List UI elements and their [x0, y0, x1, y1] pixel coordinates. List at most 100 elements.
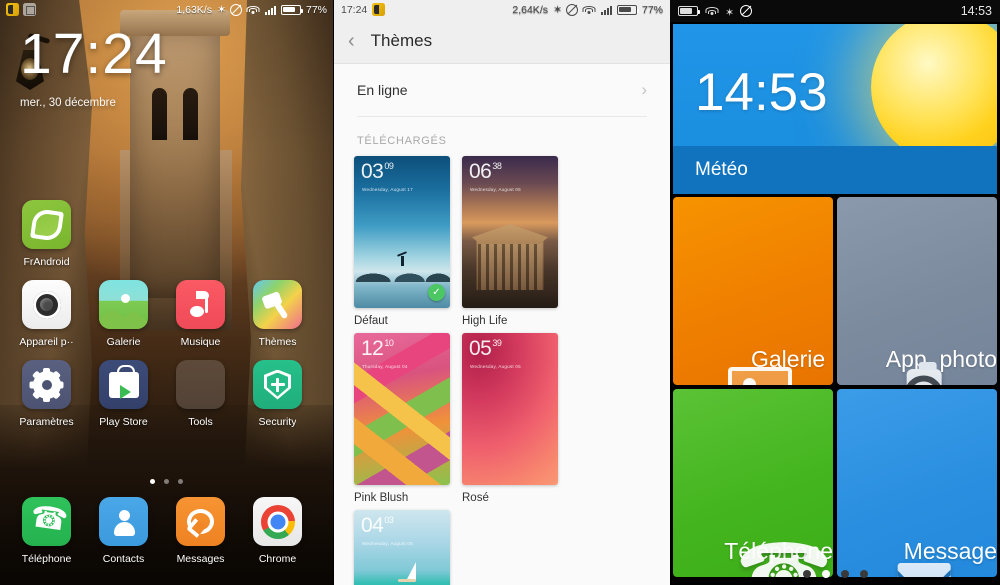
- thumb-hour: 12: [361, 337, 384, 360]
- tile-label: Message: [903, 538, 997, 564]
- thumb-minute: 03: [384, 515, 394, 525]
- mute-icon: [740, 5, 752, 17]
- app-themes[interactable]: Thèmes: [239, 280, 316, 348]
- theme-card[interactable]: 05 39 Wednesday, August 05 Rosé: [462, 333, 558, 504]
- signal-icon: [264, 5, 276, 15]
- theme-name: Défaut: [354, 315, 388, 327]
- page-dot[interactable]: [859, 570, 868, 578]
- theme-name: Pink Blush: [354, 492, 409, 504]
- theme-name: High Life: [462, 315, 508, 327]
- thumb-hour: 06: [469, 160, 492, 183]
- theme-card[interactable]: 03 09 Wednesday, August 17 ✓ Défaut: [354, 156, 450, 327]
- phone-icon: [22, 497, 71, 546]
- app-play-store[interactable]: Play Store: [85, 360, 162, 428]
- page-dot[interactable]: [150, 479, 155, 484]
- tile-message[interactable]: Message: [837, 389, 997, 577]
- gallery-icon: [99, 280, 148, 329]
- themes-icon: [253, 280, 302, 329]
- bluetooth-icon: [553, 4, 561, 16]
- tiles-status-bar: 14:53: [670, 0, 1000, 22]
- dock-telephone[interactable]: Téléphone: [8, 497, 85, 565]
- theme-thumbnail: 03 09 Wednesday, August 17 ✓: [354, 156, 450, 308]
- theme-card[interactable]: 0403 Wednesday, August 05 Ocean Breeze: [354, 510, 450, 585]
- app-label: Contacts: [102, 553, 145, 565]
- page-dot[interactable]: [164, 479, 169, 484]
- app-label: Musique: [180, 336, 221, 348]
- app-row-2: Appareil p·· Galerie Musique Thèmes: [0, 280, 333, 348]
- chevron-left-icon[interactable]: ‹: [348, 31, 355, 51]
- dock-messages[interactable]: Messages: [162, 497, 239, 565]
- bluetooth-icon: [217, 4, 225, 16]
- page-title: Thèmes: [370, 31, 433, 50]
- camera-icon: [906, 362, 942, 385]
- app-frandroid[interactable]: FrAndroid: [8, 200, 85, 268]
- frandroid-icon: [22, 200, 71, 249]
- page-dot[interactable]: [802, 570, 811, 578]
- home-status-bar: 1,63K/s 77%: [0, 0, 333, 19]
- thumb-minute: 39: [492, 338, 502, 348]
- network-speed-label: 2,64K/s: [512, 3, 548, 16]
- tile-grid: Galerie App. photo Téléphone Message: [670, 197, 1000, 577]
- weather-tile-clock: 14:53: [695, 63, 828, 122]
- screenshot-stage: 1,63K/s 77% 17:24 mer., 30 décembre FrAn…: [0, 0, 1000, 585]
- home-dock: Téléphone Contacts Messages Chrome: [0, 497, 333, 565]
- thumb-time: 05 39: [469, 337, 502, 360]
- online-row-label: En ligne: [357, 82, 408, 98]
- wifi-icon: [582, 5, 596, 15]
- home-page-indicator[interactable]: [0, 479, 333, 484]
- theme-thumbnail: 04 03 Wednesday, August 05: [354, 510, 450, 585]
- app-musique[interactable]: Musique: [162, 280, 239, 348]
- weather-tile[interactable]: 14:53 Météo: [673, 24, 997, 194]
- tiles-page-indicator[interactable]: [670, 570, 1000, 578]
- app-label: Appareil p··: [19, 336, 74, 348]
- theme-grid: 03 09 Wednesday, August 17 ✓ Défaut 06 38 …: [334, 156, 670, 585]
- thumb-time: 12 10: [361, 337, 394, 360]
- wifi-icon: [705, 6, 718, 16]
- play-store-icon: [99, 360, 148, 409]
- theme-card[interactable]: 12 10 Thursday, August 04 Pink Blush: [354, 333, 450, 504]
- dock-chrome[interactable]: Chrome: [239, 497, 316, 565]
- settings-gear-icon: [22, 360, 71, 409]
- thumb-minute: 09: [384, 161, 394, 171]
- page-dot[interactable]: [821, 570, 830, 578]
- app-row-3: Paramètres Play Store Tools Security: [0, 360, 333, 428]
- app-appareil-photo[interactable]: Appareil p··: [8, 280, 85, 348]
- thumb-date: Wednesday, August 05: [470, 364, 521, 369]
- app-label: Téléphone: [21, 553, 72, 565]
- app-parametres[interactable]: Paramètres: [8, 360, 85, 428]
- home-clock-widget[interactable]: 17:24 mer., 30 décembre: [20, 22, 168, 110]
- app-grid: FrAndroid Appareil p·· Galerie Musique T…: [0, 200, 333, 440]
- themes-status-bar: 17:24 2,64K/s 77%: [334, 0, 670, 19]
- clock-time: 17:24: [20, 22, 168, 86]
- app-label: Thèmes: [258, 336, 297, 348]
- tile-telephone[interactable]: Téléphone: [673, 389, 833, 577]
- app-label: Security: [258, 416, 297, 428]
- thumb-hour: 05: [469, 337, 492, 360]
- message-bubble-icon: [176, 497, 225, 546]
- tile-app-photo[interactable]: App. photo: [837, 197, 997, 385]
- battery-percent-label: 77%: [305, 3, 327, 16]
- status-time-label: 14:53: [960, 4, 992, 18]
- tile-galerie[interactable]: Galerie: [673, 197, 833, 385]
- weather-tile-label: Météo: [673, 146, 997, 194]
- status-time-label: 17:24: [341, 3, 368, 16]
- theme-thumbnail: 05 39 Wednesday, August 05: [462, 333, 558, 485]
- mute-icon: [565, 3, 578, 16]
- dock-contacts[interactable]: Contacts: [85, 497, 162, 565]
- thumb-date: Wednesday, August 05: [470, 187, 521, 192]
- wifi-icon: [246, 5, 260, 15]
- theme-card[interactable]: 06 38 Wednesday, August 05 High Life: [462, 156, 558, 327]
- app-tools-folder[interactable]: Tools: [162, 360, 239, 428]
- thumb-minute: 38: [492, 161, 502, 171]
- thumb-time: 04 03: [361, 515, 394, 536]
- online-themes-row[interactable]: En ligne ›: [357, 64, 647, 117]
- tile-launcher-panel: 14:53 14:53 Météo Galerie App. photo Tél…: [670, 0, 1000, 585]
- page-dot[interactable]: [840, 570, 849, 578]
- contacts-icon: [99, 497, 148, 546]
- app-label: Galerie: [106, 336, 141, 348]
- clock-date: mer., 30 décembre: [20, 97, 116, 109]
- page-dot[interactable]: [178, 479, 183, 484]
- app-galerie[interactable]: Galerie: [85, 280, 162, 348]
- app-security[interactable]: Security: [239, 360, 316, 428]
- shield-icon: [253, 360, 302, 409]
